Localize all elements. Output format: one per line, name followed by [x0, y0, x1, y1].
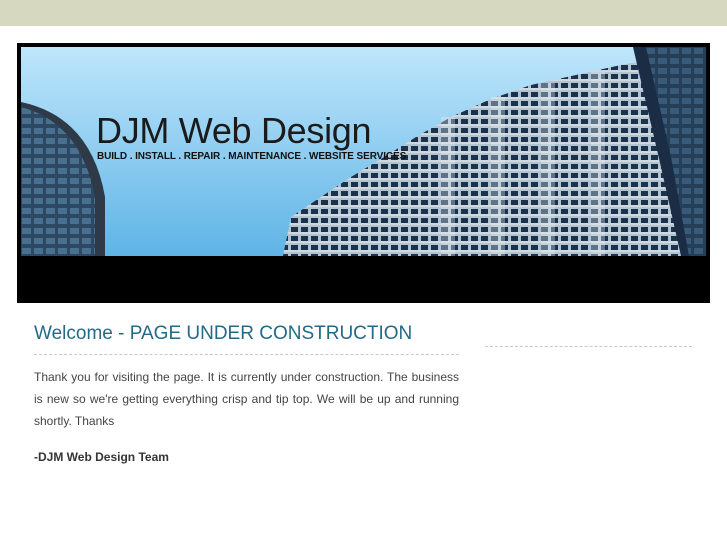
site-title: DJM Web Design [96, 110, 372, 151]
intro-paragraph: Thank you for visiting the page. It is c… [34, 370, 459, 428]
sidebar-divider [485, 346, 692, 347]
site-header: DJM Web Design BUILD . INSTALL . REPAIR … [17, 43, 710, 303]
page-title: Welcome - PAGE UNDER CONSTRUCTION [34, 322, 459, 355]
signature: -DJM Web Design Team [34, 450, 169, 464]
site-tagline: BUILD . INSTALL . REPAIR . MAINTENANCE .… [97, 151, 407, 162]
main-content: Welcome - PAGE UNDER CONSTRUCTION Thank … [34, 322, 459, 465]
top-band [0, 0, 727, 26]
